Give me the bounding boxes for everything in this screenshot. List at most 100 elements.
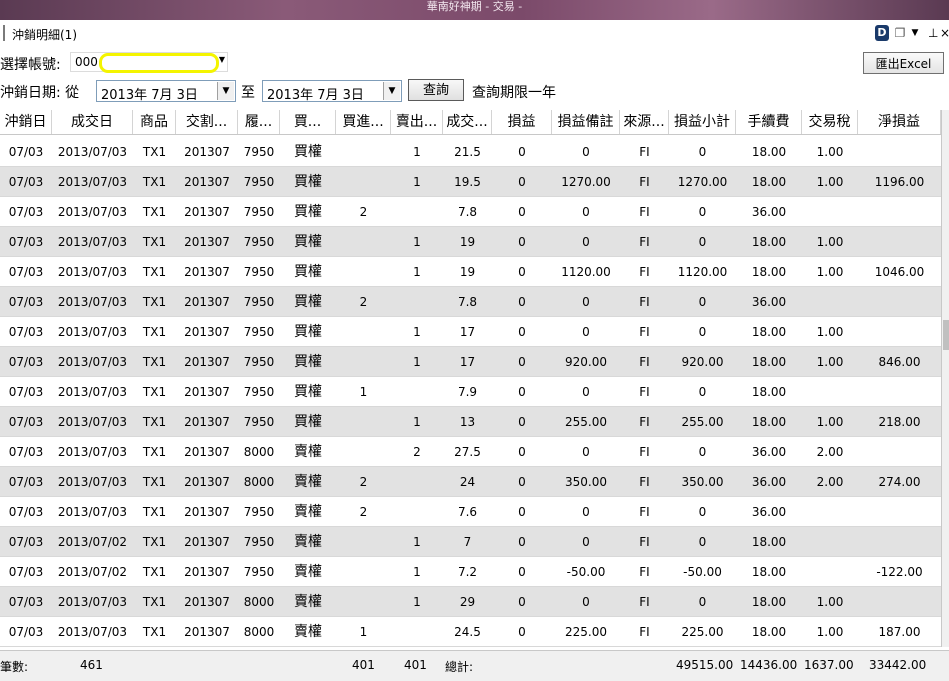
table-row[interactable]: 07/03 2013/07/03 TX1 201307 8000 賣權 1 29 0 0 FI 0 18… <box>0 587 941 617</box>
date-to-value: 2013年 7月 3日 <box>267 88 364 103</box>
table-cell: FI <box>639 325 650 339</box>
table-cell: 18.00 <box>751 565 787 579</box>
table-row[interactable]: 07/03 2013/07/03 TX1 201307 7950 賣權 2 7.6 0 0 FI 0 3… <box>0 497 941 527</box>
table-row[interactable]: 07/03 2013/07/03 TX1 201307 7950 買權 1 19 0 0 FI 0 18… <box>0 227 941 257</box>
column-header[interactable]: 沖銷日 <box>0 110 52 134</box>
table-row[interactable]: 07/03 2013/07/02 TX1 201307 7950 賣權 1 7.2 0 -50.0… <box>0 557 941 587</box>
table-row[interactable]: 07/03 2013/07/03 TX1 201307 7950 買權 1 21.5 0 0 FI 0… <box>0 137 941 167</box>
table-cell: 0 <box>582 205 590 219</box>
calendar-dropdown-icon[interactable]: ▼ <box>383 82 400 100</box>
calendar-dropdown-icon[interactable]: ▼ <box>217 82 234 100</box>
table-cell: TX1 <box>142 355 167 369</box>
column-header[interactable]: 成交... <box>443 110 492 134</box>
date-from-picker[interactable]: 2013年 7月 3日 ▼ <box>96 80 236 103</box>
column-header[interactable]: 成交日 <box>52 110 133 134</box>
scrollbar-thumb[interactable] <box>943 320 949 350</box>
column-header[interactable]: 交易稅 <box>802 110 858 134</box>
table-cell: 07/03 <box>8 445 44 459</box>
table-cell: 07/03 <box>8 415 44 429</box>
table-row[interactable]: 07/03 2013/07/03 TX1 201307 7950 買權 1 19 0 1120.0… <box>0 257 941 287</box>
table-cell: 2013/07/03 <box>57 355 128 369</box>
table-cell: 買權 <box>294 264 322 280</box>
table-cell: 2.00 <box>816 475 844 489</box>
column-header[interactable]: 賣出... <box>391 110 443 134</box>
column-header[interactable]: 損益小計 <box>669 110 736 134</box>
app-title: 華南好神期 - 交易 - <box>426 0 523 13</box>
export-excel-button[interactable]: 匯出Excel <box>863 52 944 74</box>
table-cell: TX1 <box>142 445 167 459</box>
table-cell: 07/03 <box>8 325 44 339</box>
column-header[interactable]: 交割... <box>176 110 238 134</box>
column-header[interactable]: 手續費 <box>736 110 802 134</box>
table-row[interactable]: 07/03 2013/07/03 TX1 201307 8000 賣權 1 24.5 0 225.… <box>0 617 941 647</box>
table-cell: FI <box>639 385 650 399</box>
close-icon[interactable]: × <box>940 25 949 41</box>
column-header[interactable]: 履... <box>238 110 280 134</box>
table-cell: 07/03 <box>8 535 44 549</box>
column-header[interactable]: 來源... <box>620 110 669 134</box>
table-cell: 0 <box>518 625 526 639</box>
account-select[interactable]: 000 ▼ <box>70 52 228 73</box>
table-cell: FI <box>639 415 650 429</box>
table-cell: 0 <box>582 325 590 339</box>
date-to-picker[interactable]: 2013年 7月 3日 ▼ <box>262 80 402 103</box>
table-cell: 7 <box>463 535 472 549</box>
query-button[interactable]: 查詢 <box>408 79 464 101</box>
window-icon[interactable]: ❐ <box>892 25 908 41</box>
table-row[interactable]: 07/03 2013/07/03 TX1 201307 7950 買權 1 17 0 0 FI 0 18… <box>0 317 941 347</box>
table-cell: FI <box>639 565 650 579</box>
column-header[interactable]: 買... <box>280 110 336 134</box>
table-cell: 18.00 <box>751 415 787 429</box>
table-cell: 19 <box>459 265 476 279</box>
tax-total: 1637.00 <box>804 658 854 672</box>
table-cell: 0 <box>698 295 707 309</box>
table-row[interactable]: 07/03 2013/07/03 TX1 201307 7950 買權 2 7.8 0 0 FI 0 3… <box>0 287 941 317</box>
table-row[interactable]: 07/03 2013/07/03 TX1 201307 7950 買權 2 7.8 0 0 FI 0 3… <box>0 197 941 227</box>
table-cell: 29 <box>459 595 476 609</box>
table-cell: 2013/07/03 <box>57 205 128 219</box>
table-cell: 18.00 <box>751 175 787 189</box>
table-row[interactable]: 07/03 2013/07/03 TX1 201307 7950 買權 1 7.9 0 0 FI 0 1… <box>0 377 941 407</box>
table-row[interactable]: 07/03 2013/07/03 TX1 201307 7950 買權 1 19.5 0 1270… <box>0 167 941 197</box>
table-cell: TX1 <box>142 535 167 549</box>
table-cell: 201307 <box>184 625 230 639</box>
table-cell: 7.8 <box>457 295 478 309</box>
table-cell: 201307 <box>184 235 230 249</box>
table-cell: 2013/07/03 <box>57 445 128 459</box>
column-header[interactable]: 淨損益 <box>858 110 941 134</box>
table-cell: 201307 <box>184 355 230 369</box>
table-cell: FI <box>639 145 650 159</box>
table-cell: 7950 <box>243 415 275 429</box>
table-cell <box>391 617 443 647</box>
table-cell: 1 <box>413 235 421 249</box>
table-row[interactable]: 07/03 2013/07/03 TX1 201307 8000 賣權 2 27.5 0 0 FI 0… <box>0 437 941 467</box>
table-row[interactable]: 07/03 2013/07/03 TX1 201307 7950 買權 1 13 0 255.00… <box>0 407 941 437</box>
column-header[interactable]: 商品 <box>133 110 176 134</box>
table-cell: 1196.00 <box>874 175 925 189</box>
column-header[interactable]: 損益備註 <box>552 110 620 134</box>
table-cell: 買權 <box>294 234 322 250</box>
table-cell: 1 <box>359 625 368 639</box>
table-cell: 201307 <box>184 505 230 519</box>
table-cell: TX1 <box>142 325 167 339</box>
table-cell: 218.00 <box>878 415 921 429</box>
table-row[interactable]: 07/03 2013/07/03 TX1 201307 7950 買權 1 17 0 920.00… <box>0 347 941 377</box>
d-badge-icon[interactable]: D <box>875 25 889 41</box>
redaction-mark <box>99 53 219 73</box>
column-header[interactable]: 損益 <box>492 110 552 134</box>
table-cell: 2013/07/02 <box>57 535 128 549</box>
dropdown-arrow-icon[interactable]: ▼ <box>910 25 920 41</box>
table-row[interactable]: 07/03 2013/07/03 TX1 201307 8000 賣權 2 24 0 350.00… <box>0 467 941 497</box>
vertical-scrollbar[interactable] <box>941 110 949 647</box>
table-cell: 255.00 <box>681 415 724 429</box>
chevron-down-icon[interactable]: ▼ <box>219 55 225 64</box>
table-row[interactable]: 07/03 2013/07/02 TX1 201307 7950 賣權 1 7 0 0 FI 0 18.… <box>0 527 941 557</box>
column-header[interactable]: 買進... <box>336 110 391 134</box>
table-cell: 0 <box>518 235 526 249</box>
table-cell: 1.00 <box>816 625 844 639</box>
table-cell: 201307 <box>184 595 230 609</box>
table-cell <box>336 317 391 347</box>
pin-icon[interactable]: ⊥ <box>928 25 938 41</box>
date-from-value: 2013年 7月 3日 <box>101 88 198 103</box>
window-titlebar: 華南好神期 - 交易 - <box>0 0 949 20</box>
